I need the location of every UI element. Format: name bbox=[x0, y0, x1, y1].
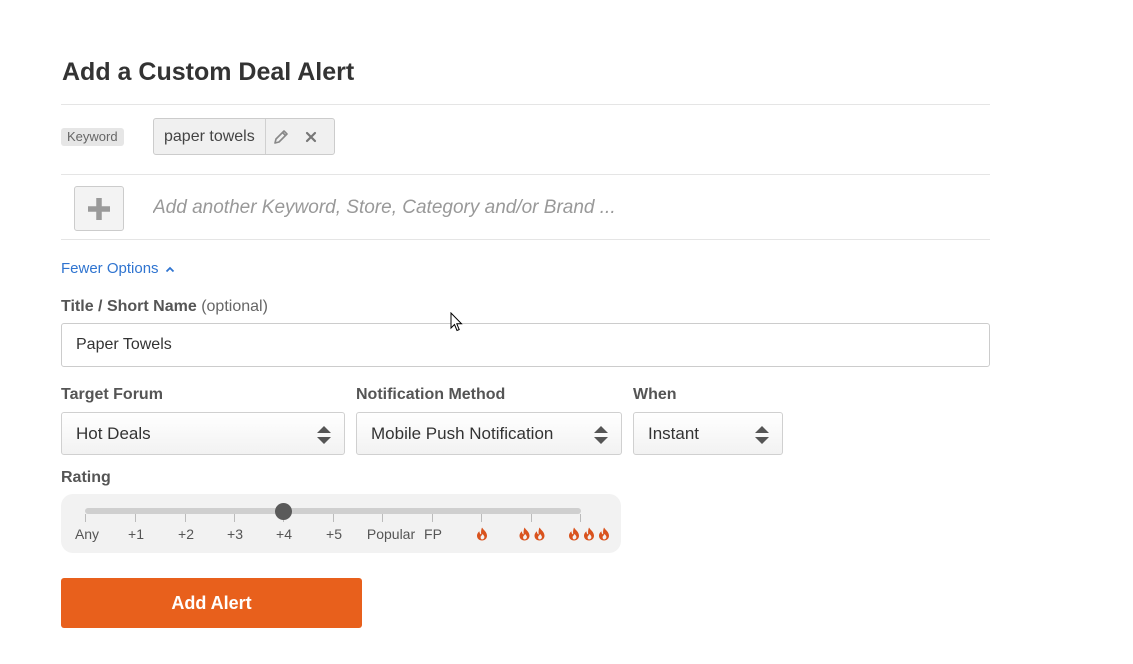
add-criteria-button[interactable] bbox=[74, 186, 124, 231]
target-forum-label: Target Forum bbox=[61, 386, 163, 403]
notification-method-value: Mobile Push Notification bbox=[371, 423, 554, 443]
rating-tick-any[interactable]: Any bbox=[75, 526, 99, 542]
slider-tick bbox=[382, 514, 383, 522]
when-select[interactable]: Instant bbox=[633, 412, 783, 455]
divider bbox=[61, 174, 990, 175]
close-icon bbox=[305, 131, 316, 142]
keyword-chip-label: paper towels bbox=[164, 127, 255, 145]
rating-tick-1-flame[interactable] bbox=[476, 527, 488, 541]
optional-hint: (optional) bbox=[201, 298, 268, 315]
mouse-cursor-icon bbox=[450, 312, 463, 332]
keyword-chip: paper towels bbox=[153, 118, 335, 155]
notification-method-select[interactable]: Mobile Push Notification bbox=[356, 412, 622, 455]
slider-tick bbox=[185, 514, 186, 522]
rating-tick-plus3[interactable]: +3 bbox=[227, 526, 243, 542]
notification-method-label: Notification Method bbox=[356, 386, 506, 403]
edit-keyword-button[interactable] bbox=[266, 119, 296, 154]
rating-tick-fp[interactable]: FP bbox=[424, 526, 442, 542]
select-arrows-icon bbox=[755, 426, 769, 444]
title-field-label: Title / Short Name (optional) bbox=[61, 298, 268, 316]
target-forum-select[interactable]: Hot Deals bbox=[61, 412, 345, 455]
slider-tick bbox=[135, 514, 136, 522]
add-alert-button[interactable]: Add Alert bbox=[61, 578, 362, 628]
divider bbox=[61, 239, 990, 240]
slider-tick bbox=[580, 514, 581, 522]
slider-tick bbox=[333, 514, 334, 522]
rating-tick-popular[interactable]: Popular bbox=[367, 526, 415, 542]
flame-icon bbox=[584, 527, 594, 541]
flame-icon bbox=[477, 527, 487, 541]
rating-label: Rating bbox=[61, 469, 111, 486]
flame-icon bbox=[519, 527, 530, 541]
select-arrows-icon bbox=[594, 426, 608, 444]
remove-keyword-button[interactable] bbox=[296, 119, 326, 154]
title-input[interactable] bbox=[61, 323, 990, 367]
rating-tick-2-flames[interactable] bbox=[519, 527, 546, 541]
slider-tick bbox=[432, 514, 433, 522]
slider-tick bbox=[481, 514, 482, 522]
add-criteria-input[interactable] bbox=[153, 194, 933, 222]
fewer-options-label: Fewer Options bbox=[61, 260, 159, 277]
fewer-options-toggle[interactable]: Fewer Options bbox=[61, 260, 175, 277]
slider-tick bbox=[234, 514, 235, 522]
page-title: Add a Custom Deal Alert bbox=[62, 58, 355, 86]
rating-tick-plus2[interactable]: +2 bbox=[178, 526, 194, 542]
slider-tick bbox=[531, 514, 532, 522]
title-label-text: Title / Short Name bbox=[61, 298, 197, 315]
target-forum-value: Hot Deals bbox=[76, 423, 151, 443]
plus-icon bbox=[88, 197, 110, 220]
when-value: Instant bbox=[648, 423, 700, 443]
criteria-type-badge: Keyword bbox=[61, 128, 124, 146]
rating-slider[interactable]: Any +1 +2 +3 +4 +5 Popular FP bbox=[61, 494, 621, 553]
when-label: When bbox=[633, 386, 677, 403]
flame-icon bbox=[569, 527, 579, 541]
rating-tick-3-flames[interactable] bbox=[568, 527, 610, 541]
divider bbox=[61, 104, 990, 105]
slider-handle[interactable] bbox=[275, 503, 292, 520]
pencil-icon bbox=[273, 129, 288, 144]
flame-icon bbox=[599, 527, 609, 541]
slider-tick bbox=[85, 514, 86, 522]
rating-tick-plus5[interactable]: +5 bbox=[326, 526, 342, 542]
flame-icon bbox=[534, 527, 545, 541]
chevron-up-icon bbox=[165, 266, 174, 272]
rating-tick-plus4[interactable]: +4 bbox=[276, 526, 292, 542]
rating-tick-plus1[interactable]: +1 bbox=[128, 526, 144, 542]
select-arrows-icon bbox=[317, 426, 331, 444]
